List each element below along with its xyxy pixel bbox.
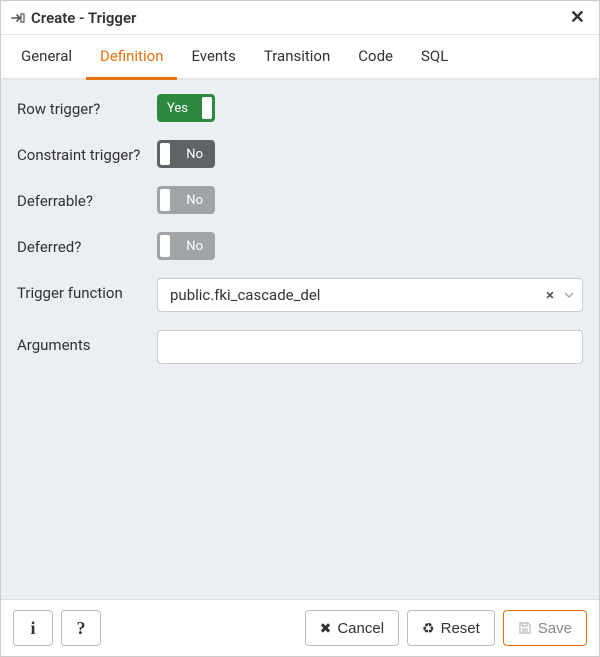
- deferred-toggle: No: [157, 232, 215, 260]
- help-icon: ?: [77, 618, 86, 639]
- toggle-knob: [202, 97, 212, 119]
- save-button-label: Save: [538, 620, 572, 637]
- cancel-button[interactable]: ✖ Cancel: [305, 610, 399, 646]
- deferrable-label: Deferrable?: [17, 186, 157, 210]
- info-icon: i: [30, 618, 35, 639]
- toggle-knob: [160, 235, 170, 257]
- close-icon[interactable]: ✕: [566, 7, 589, 28]
- recycle-icon: ♻: [422, 620, 435, 637]
- trigger-function-select[interactable]: public.fki_cascade_del ×: [157, 278, 583, 312]
- toggle-knob: [160, 143, 170, 165]
- tab-transition[interactable]: Transition: [250, 35, 344, 80]
- deferrable-toggle: No: [157, 186, 215, 214]
- save-button[interactable]: Save: [503, 610, 587, 646]
- dialog-body: Row trigger? Yes Constraint trigger? No …: [1, 80, 599, 599]
- field-trigger-function: Trigger function public.fki_cascade_del …: [17, 278, 583, 312]
- field-row-trigger: Row trigger? Yes: [17, 94, 583, 122]
- trigger-function-label: Trigger function: [17, 278, 157, 302]
- arguments-input[interactable]: [157, 330, 583, 364]
- trigger-icon: [11, 11, 25, 25]
- dialog-footer: i ? ✖ Cancel ♻ Reset Save: [1, 599, 599, 656]
- tab-bar: General Definition Events Transition Cod…: [1, 35, 599, 80]
- deferred-label: Deferred?: [17, 232, 157, 256]
- row-trigger-toggle-text: Yes: [167, 101, 188, 116]
- clear-icon[interactable]: ×: [546, 286, 554, 304]
- dialog-title: Create - Trigger: [31, 9, 566, 27]
- tab-definition[interactable]: Definition: [86, 35, 177, 80]
- tab-events[interactable]: Events: [177, 35, 249, 80]
- cancel-button-label: Cancel: [337, 620, 384, 637]
- close-icon: ✖: [320, 620, 332, 637]
- create-trigger-dialog: Create - Trigger ✕ General Definition Ev…: [0, 0, 600, 657]
- info-button[interactable]: i: [13, 610, 53, 646]
- field-deferred: Deferred? No: [17, 232, 583, 260]
- chevron-down-icon[interactable]: [564, 290, 574, 300]
- tab-sql[interactable]: SQL: [407, 35, 462, 80]
- constraint-trigger-label: Constraint trigger?: [17, 140, 157, 164]
- tab-general[interactable]: General: [7, 35, 86, 80]
- reset-button-label: Reset: [441, 620, 480, 637]
- save-icon: [518, 621, 532, 635]
- row-trigger-toggle[interactable]: Yes: [157, 94, 215, 122]
- toggle-knob: [160, 189, 170, 211]
- tab-code[interactable]: Code: [344, 35, 407, 80]
- field-deferrable: Deferrable? No: [17, 186, 583, 214]
- arguments-label: Arguments: [17, 330, 157, 354]
- constraint-trigger-toggle[interactable]: No: [157, 140, 215, 168]
- constraint-trigger-toggle-text: No: [186, 147, 203, 162]
- titlebar: Create - Trigger ✕: [1, 1, 599, 35]
- row-trigger-label: Row trigger?: [17, 94, 157, 118]
- deferred-toggle-text: No: [186, 239, 203, 254]
- field-arguments: Arguments: [17, 330, 583, 364]
- help-button[interactable]: ?: [61, 610, 101, 646]
- trigger-function-value: public.fki_cascade_del: [170, 286, 546, 304]
- deferrable-toggle-text: No: [186, 193, 203, 208]
- reset-button[interactable]: ♻ Reset: [407, 610, 495, 646]
- field-constraint-trigger: Constraint trigger? No: [17, 140, 583, 168]
